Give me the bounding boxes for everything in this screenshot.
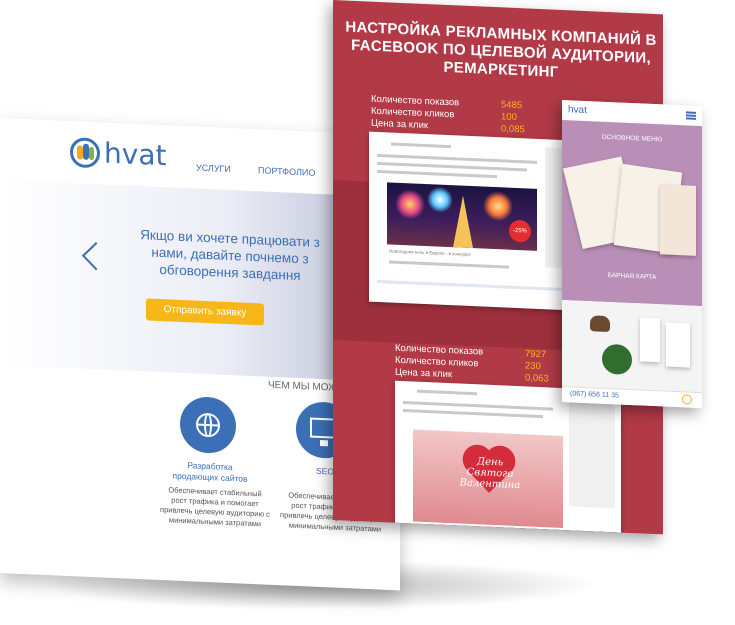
firework xyxy=(395,188,425,221)
blurred-text xyxy=(389,260,509,269)
fireworks-image: -25% xyxy=(387,182,537,251)
heart-text: День Святого Валентина xyxy=(459,456,521,492)
hero-tagline: Якщо ви хочете працювати з нами, давайте… xyxy=(140,227,320,284)
stats-labels: Количество показов Количество кликов Цен… xyxy=(371,94,459,134)
bar-card-section xyxy=(562,300,702,393)
discount-badge: -25% xyxy=(509,219,531,243)
menu-section: основное меню барная карта xyxy=(562,120,702,307)
firework xyxy=(427,186,453,214)
eiffel-tower xyxy=(453,195,473,249)
stats-values: 7927 230 0,063 xyxy=(525,348,549,385)
stat-value: 100 xyxy=(501,111,517,124)
blurred-text xyxy=(403,409,543,419)
mobile-site-mockup: hvat основное меню барная карта (067) 65… xyxy=(562,100,702,409)
slider-prev-arrow-icon[interactable] xyxy=(81,242,111,271)
nav-item-portfolio[interactable]: портфолио xyxy=(258,165,315,178)
bar-card-image xyxy=(666,322,690,368)
ad-caption: Новогодняя ночь в Европе - в конкурсе xyxy=(389,248,471,258)
service-label[interactable]: Разработка продающих сайтов xyxy=(165,459,255,485)
stats-labels: Количество показов Количество кликов Цен… xyxy=(395,343,483,383)
stat-value: 7927 xyxy=(525,348,547,361)
mobile-logo[interactable]: hvat xyxy=(568,104,587,116)
blurred-text xyxy=(377,279,577,292)
portfolio-collage: hvat услуги портфолио Якщо ви хочете пра… xyxy=(0,0,735,625)
case-title: НАСТРОЙКА РЕКЛАМНЫХ КОМПАНИЙ В FACEBOOK … xyxy=(345,18,657,81)
valentine-image: День Святого Валентина xyxy=(413,429,563,529)
blurred-text xyxy=(417,389,477,396)
logo-text: hvat xyxy=(104,136,167,173)
plant-image xyxy=(602,343,632,376)
service-description: Обеспечивает стабильный рост трафика и п… xyxy=(160,485,270,529)
stat-value: 5485 xyxy=(501,99,523,112)
blurred-text xyxy=(377,169,497,179)
nav-item-services[interactable]: услуги xyxy=(196,163,231,175)
blurred-text xyxy=(391,142,451,149)
stat-value: 0,063 xyxy=(525,372,549,385)
bar-card-image xyxy=(640,317,660,363)
site-logo[interactable]: hvat xyxy=(70,137,175,174)
section-label: основное меню xyxy=(601,133,663,144)
menu-hamburger-icon[interactable] xyxy=(686,111,696,114)
sidebar-stats xyxy=(569,396,615,509)
menu-card-image xyxy=(660,184,696,256)
firework xyxy=(483,190,513,222)
stat-value: 0,085 xyxy=(501,123,525,136)
send-request-button[interactable]: Отправить заявку xyxy=(146,298,264,326)
stats-values: 5485 100 0,085 xyxy=(501,99,525,136)
logo-person-icon xyxy=(89,146,94,161)
phone-call-icon[interactable] xyxy=(682,394,692,405)
stat-value: 230 xyxy=(525,360,541,373)
service-circle[interactable] xyxy=(180,395,236,455)
teapot-image xyxy=(590,315,610,333)
phone-number[interactable]: (067) 656 11 35 xyxy=(570,390,619,399)
globe-icon xyxy=(196,412,220,438)
facebook-ad-card: День Святого Валентина xyxy=(395,380,621,533)
section-label: барная карта xyxy=(607,271,657,282)
